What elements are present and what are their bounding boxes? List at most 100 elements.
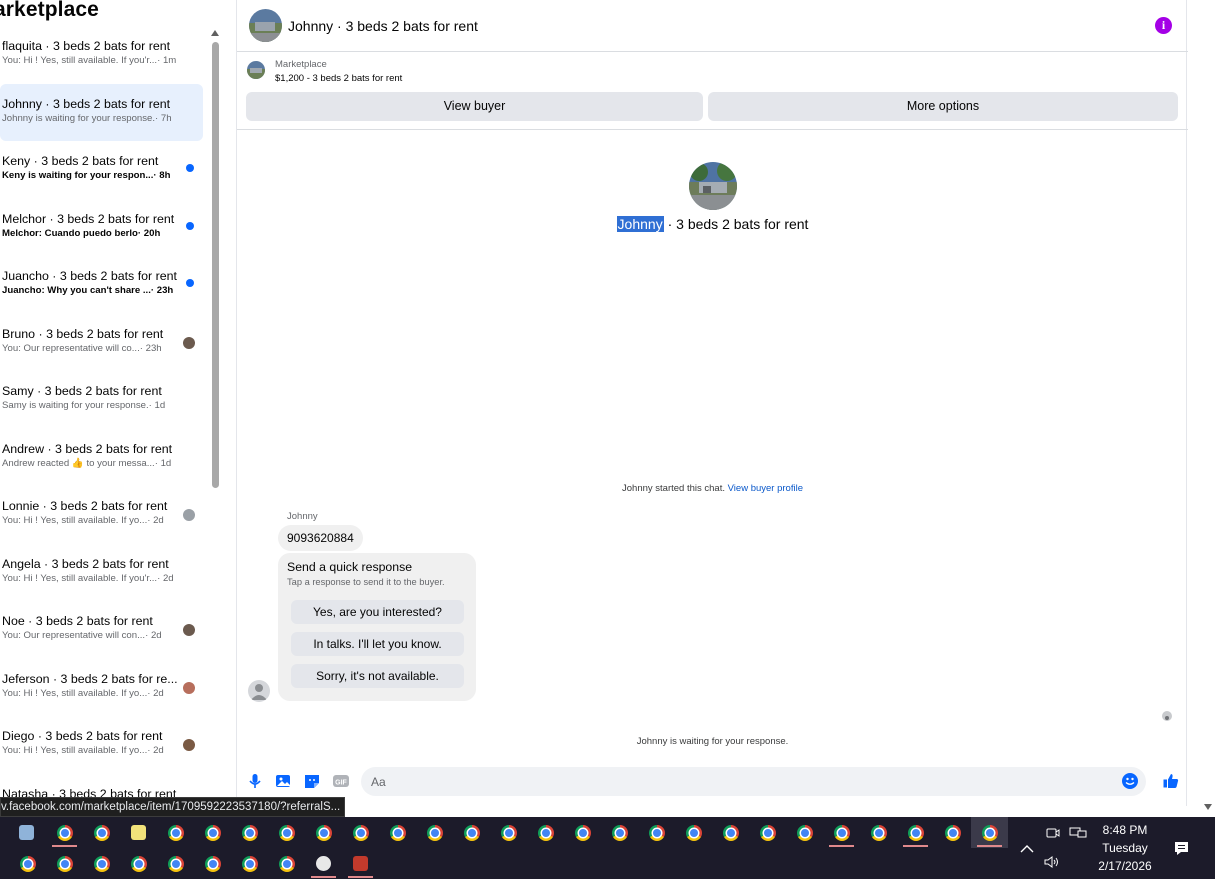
chevron-up-icon[interactable] xyxy=(1019,842,1035,854)
chrome-taskbar-button[interactable] xyxy=(157,817,194,848)
conversation-snippet: Melchor: Cuando puedo berlo · 20h xyxy=(2,227,192,241)
photo-icon[interactable] xyxy=(274,772,292,790)
scroll-thumb[interactable] xyxy=(212,42,219,488)
chrome-taskbar-button[interactable] xyxy=(749,817,786,848)
chrome-taskbar-button[interactable] xyxy=(786,817,823,848)
conversation-snippet-text: Johnny is waiting for your response. xyxy=(2,112,156,124)
chrome-taskbar-button[interactable] xyxy=(712,817,749,848)
volume-icon[interactable] xyxy=(1043,855,1061,869)
chrome-icon xyxy=(723,825,739,841)
conversation-name: Melchor · 3 beds 2 bats for rent xyxy=(2,211,175,226)
conversation-snippet-text: You: Hi ! Yes, still available. If yo... xyxy=(2,745,148,756)
network-icon[interactable] xyxy=(1069,826,1087,840)
conversation-item[interactable]: Juancho · 3 beds 2 bats for rent Juancho:… xyxy=(0,256,203,314)
conversation-item[interactable]: Angela · 3 beds 2 bats for rent You: Hi !… xyxy=(0,544,203,602)
chrome-taskbar-button[interactable] xyxy=(527,817,564,848)
more-options-button[interactable]: More options xyxy=(708,92,1178,121)
chrome-taskbar-button[interactable] xyxy=(601,817,638,848)
chrome-taskbar-button[interactable] xyxy=(268,817,305,848)
page-scroll-down-arrow-icon[interactable] xyxy=(1204,804,1212,810)
message-input[interactable]: Aa xyxy=(361,767,1146,796)
microphone-icon[interactable] xyxy=(246,772,264,790)
camera-icon[interactable] xyxy=(1045,826,1061,840)
quick-response-not-available[interactable]: Sorry, it's not available. xyxy=(291,664,464,688)
read-receipt-avatar xyxy=(183,509,195,521)
sticker-icon[interactable] xyxy=(303,772,321,790)
quick-response-interested[interactable]: Yes, are you interested? xyxy=(291,600,464,624)
conversation-item[interactable]: Johnny · 3 beds 2 bats for rent Johnny is… xyxy=(0,83,203,141)
chrome-taskbar-button[interactable] xyxy=(46,817,83,848)
listing-price[interactable]: $1,200 - 3 beds 2 bats for rent xyxy=(275,73,402,84)
view-buyer-button[interactable]: View buyer xyxy=(246,92,703,121)
conversation-item[interactable]: Noe · 3 beds 2 bats for rent You: Our rep… xyxy=(0,601,203,659)
conversation-item[interactable]: Keny · 3 beds 2 bats for rent Keny is wai… xyxy=(0,141,203,199)
chat-title[interactable]: Johnny · 3 beds 2 bats for rent xyxy=(288,18,478,34)
chrome-taskbar-button[interactable] xyxy=(971,817,1008,848)
notes-taskbar-button[interactable] xyxy=(120,817,157,848)
chrome-taskbar-button[interactable] xyxy=(934,817,971,848)
chrome-taskbar-button[interactable] xyxy=(860,817,897,848)
conversation-item[interactable]: Lonnie · 3 beds 2 bats for rent You: Hi !… xyxy=(0,486,203,544)
gif-icon[interactable]: GIF xyxy=(332,772,350,790)
chrome-taskbar-button[interactable] xyxy=(231,817,268,848)
chrome-taskbar-button[interactable] xyxy=(675,817,712,848)
like-icon[interactable] xyxy=(1162,772,1180,790)
chrome-icon xyxy=(390,825,406,841)
chrome-taskbar-button[interactable] xyxy=(268,848,305,879)
sidebar-title: arketplace xyxy=(0,0,99,21)
chrome-icon xyxy=(131,856,147,872)
clock[interactable]: 8:48 PM Tuesday 2/17/2026 xyxy=(1090,821,1160,875)
chrome-taskbar-button[interactable] xyxy=(638,817,675,848)
read-receipt-avatar xyxy=(183,739,195,751)
chrome-taskbar-button[interactable] xyxy=(194,817,231,848)
message-bubble[interactable]: 9093620884 xyxy=(278,525,363,551)
conversation-item[interactable]: Samy · 3 beds 2 bats for rent Samy is wai… xyxy=(0,371,203,429)
view-buyer-profile-link[interactable]: View buyer profile xyxy=(728,483,803,494)
chrome-taskbar-button[interactable] xyxy=(194,848,231,879)
listing-thumbnail[interactable] xyxy=(247,61,265,79)
conversation-item[interactable]: Jeferson · 3 beds 2 bats for re... You: H… xyxy=(0,659,203,717)
chat-avatar[interactable] xyxy=(249,9,282,42)
chat-header: Johnny · 3 beds 2 bats for rent i xyxy=(237,0,1188,52)
chrome-taskbar-button[interactable] xyxy=(157,848,194,879)
quick-response-in-talks[interactable]: In talks. I'll let you know. xyxy=(291,632,464,656)
sender-avatar[interactable] xyxy=(248,680,270,702)
scroll-up-arrow-icon[interactable] xyxy=(211,30,219,36)
chrome-taskbar-button[interactable] xyxy=(490,817,527,848)
chrome-taskbar-button[interactable] xyxy=(379,817,416,848)
chrome-taskbar-button[interactable] xyxy=(342,817,379,848)
emoji-icon[interactable] xyxy=(1122,773,1138,789)
explorer-taskbar-button[interactable] xyxy=(8,817,45,848)
chrome-taskbar-button[interactable] xyxy=(83,817,120,848)
chrome-taskbar-button[interactable] xyxy=(305,817,342,848)
conversation-item[interactable]: Andrew · 3 beds 2 bats for rent Andrew re… xyxy=(0,429,203,487)
steam-taskbar-button[interactable] xyxy=(305,848,342,879)
conversation-name: Juancho · 3 beds 2 bats for rent xyxy=(2,269,177,283)
conversation-snippet: Andrew reacted 👍 to your messa... · 1d xyxy=(2,457,192,471)
buyer-avatar-large xyxy=(689,162,737,210)
conversation-item[interactable]: Bruno · 3 beds 2 bats for rent You: Our r… xyxy=(0,314,203,372)
chrome-taskbar-button[interactable] xyxy=(83,848,120,879)
link-status-url: v.facebook.com/marketplace/item/17095922… xyxy=(0,797,346,817)
chrome-taskbar-button[interactable] xyxy=(416,817,453,848)
chrome-taskbar-button[interactable] xyxy=(453,817,490,848)
chrome-taskbar-button[interactable] xyxy=(231,848,268,879)
conversation-snippet-text: You: Hi ! Yes, still available. If yo... xyxy=(2,687,148,699)
chrome-taskbar-button[interactable] xyxy=(9,848,46,879)
chrome-taskbar-button[interactable] xyxy=(120,848,157,879)
conversation-item[interactable]: flaquita · 3 beds 2 bats for rent You: Hi… xyxy=(0,26,203,84)
chrome-icon xyxy=(871,825,887,841)
notifications-icon[interactable] xyxy=(1173,840,1190,857)
conversation-item[interactable]: Diego · 3 beds 2 bats for rent You: Hi ! … xyxy=(0,716,203,774)
conversation-item[interactable]: Melchor · 3 beds 2 bats for rent Melchor:… xyxy=(0,199,203,257)
chrome-icon xyxy=(242,856,258,872)
chrome-taskbar-button[interactable] xyxy=(823,817,860,848)
chrome-taskbar-button[interactable] xyxy=(46,848,83,879)
app-taskbar-button[interactable] xyxy=(342,848,379,879)
chrome-icon xyxy=(427,825,443,841)
sidebar-scrollbar[interactable] xyxy=(210,28,221,798)
chrome-icon xyxy=(575,825,591,841)
chrome-taskbar-button[interactable] xyxy=(564,817,601,848)
chrome-taskbar-button[interactable] xyxy=(897,817,934,848)
info-icon[interactable]: i xyxy=(1155,17,1172,34)
